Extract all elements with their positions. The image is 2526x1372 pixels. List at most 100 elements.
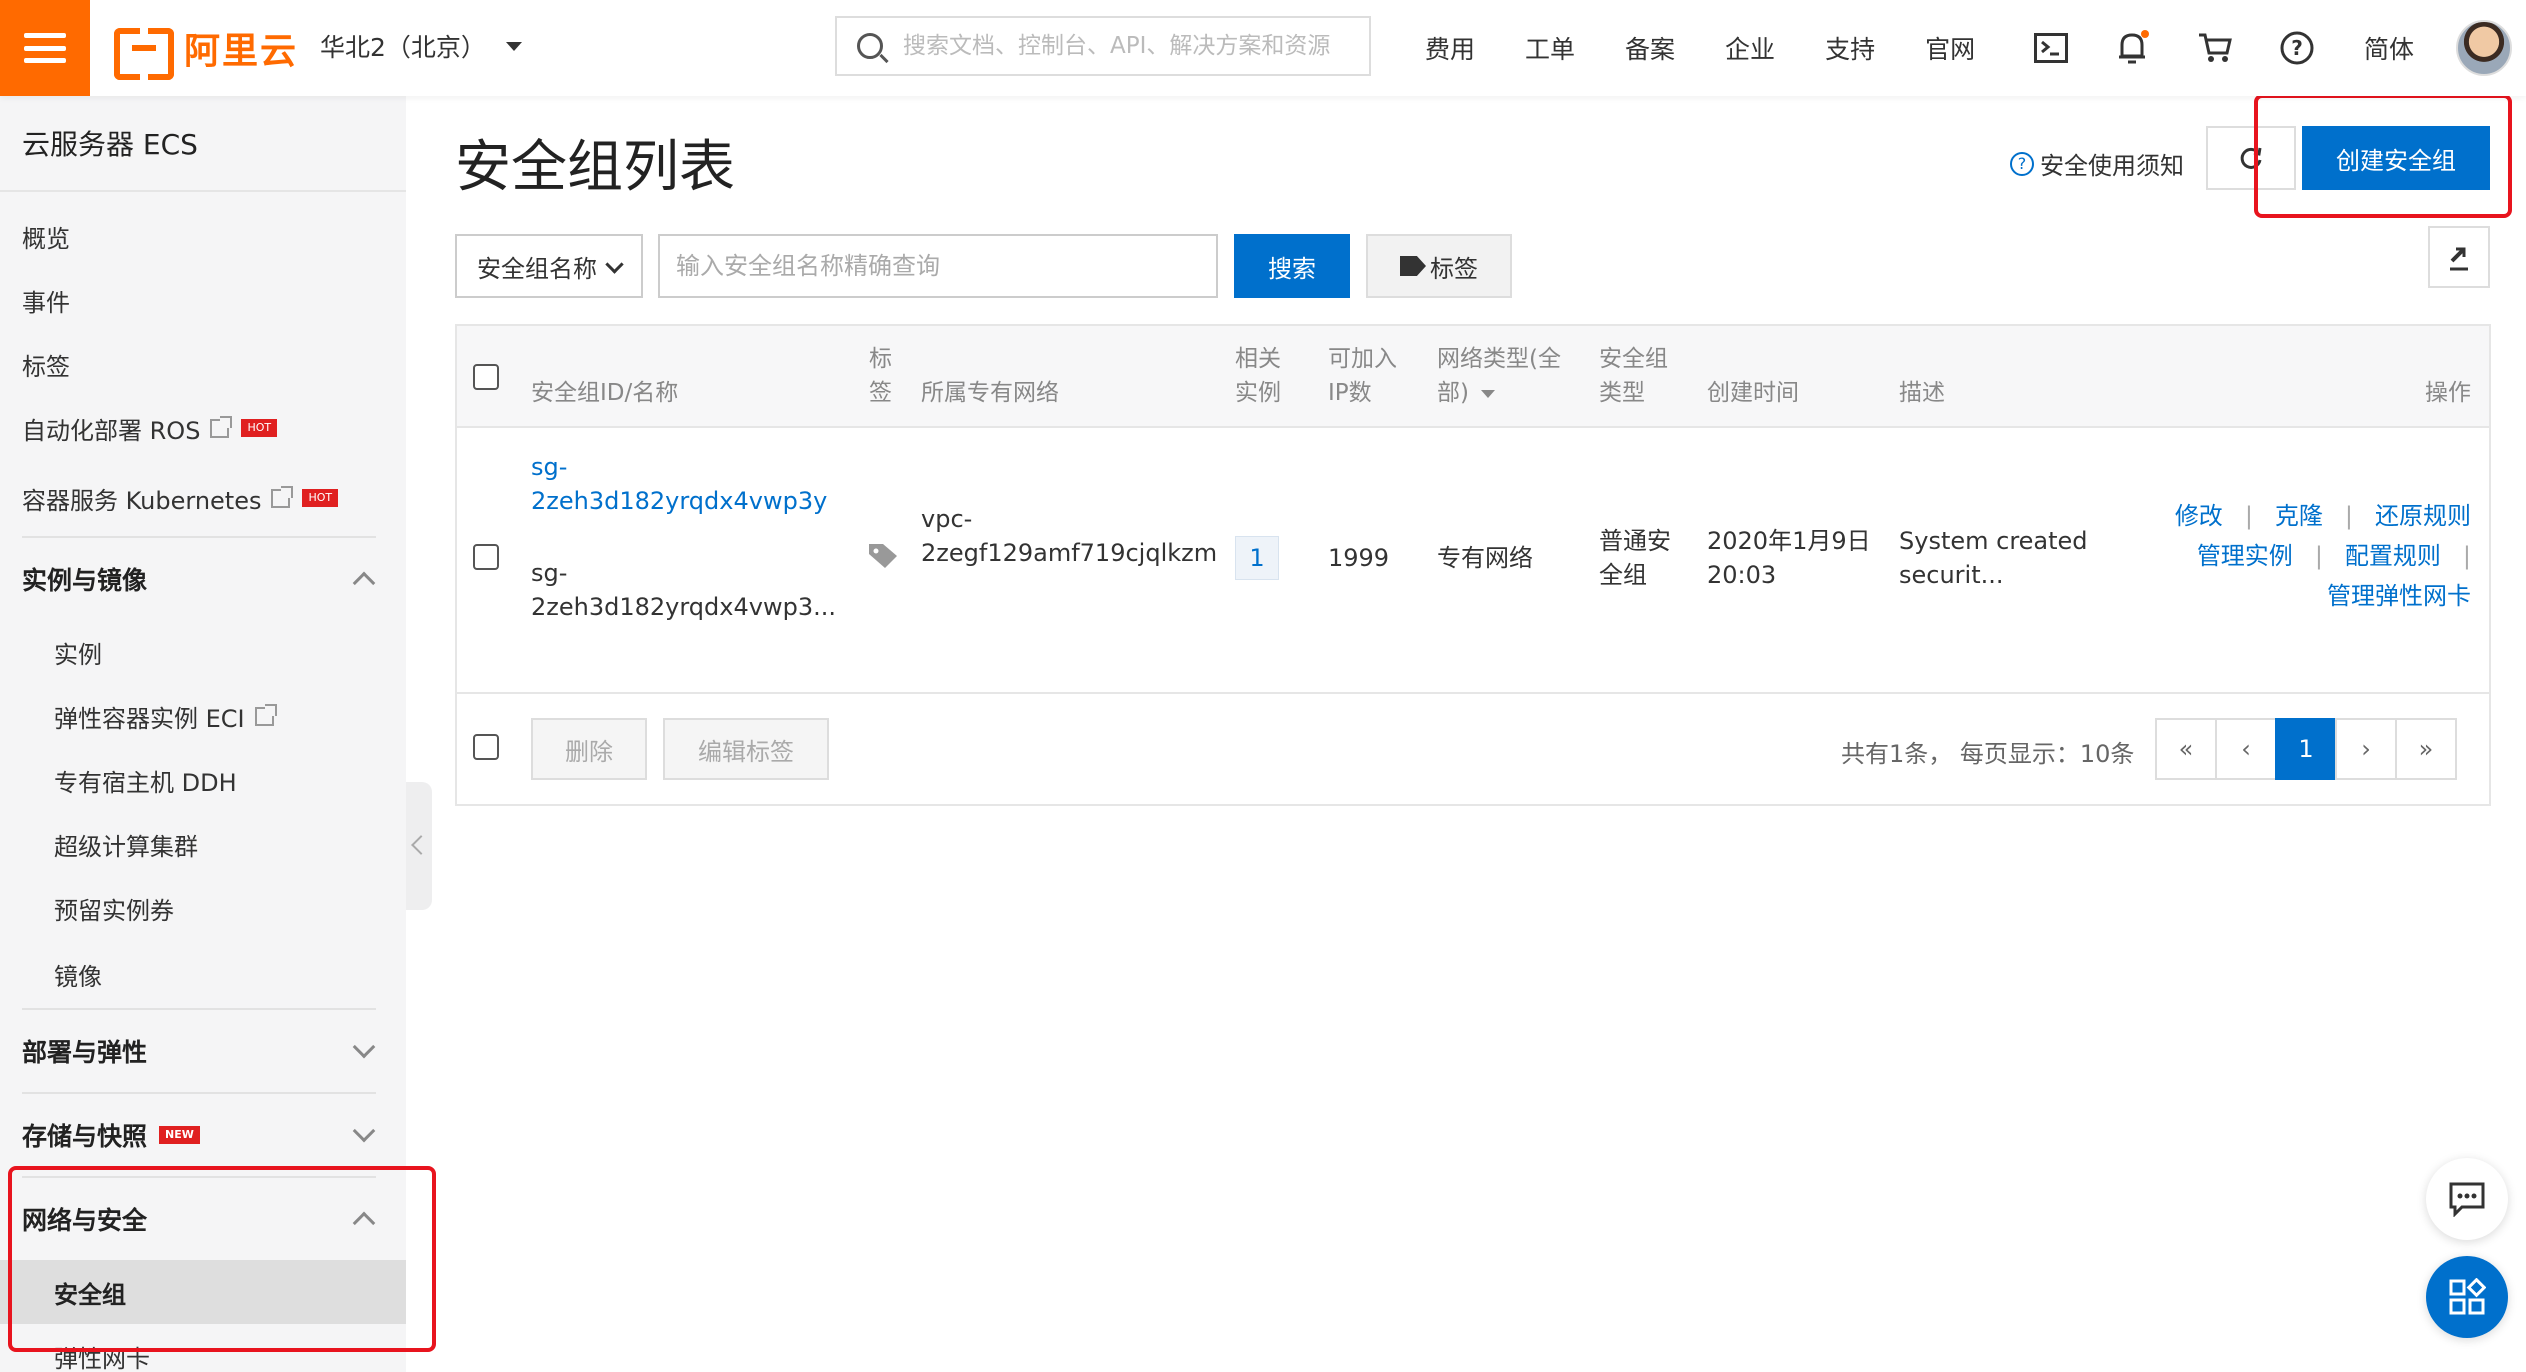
refresh-button[interactable] xyxy=(2206,126,2296,190)
sg-type: 普通安 全组 xyxy=(1599,524,1671,592)
sidebar-item-label: 镜像 xyxy=(54,962,102,991)
top-bar: 阿里云 华北2（北京） 费用 工单 备案 企业 支持 官网 ? 简体 xyxy=(0,0,2526,96)
tag-icon xyxy=(1400,256,1426,276)
sg-type-line2: 全组 xyxy=(1599,561,1647,589)
chat-button[interactable] xyxy=(2426,1158,2508,1240)
prev-page-button[interactable]: ‹ xyxy=(2215,718,2277,780)
sidebar-group-deploy[interactable]: 部署与弹性 xyxy=(0,1010,406,1092)
security-notice-link[interactable]: ? 安全使用须知 xyxy=(2010,146,2184,181)
sidebar-item-tags[interactable]: 标签 xyxy=(0,332,406,396)
nav-tickets[interactable]: 工单 xyxy=(1525,30,1575,66)
related-instances-count[interactable]: 1 xyxy=(1235,536,1279,580)
action-separator: | xyxy=(2344,502,2353,530)
sidebar-group-storage[interactable]: 存储与快照 NEW xyxy=(0,1094,406,1176)
help-icon[interactable]: ? xyxy=(2277,28,2317,68)
sidebar-item-label: 弹性网卡 xyxy=(54,1344,150,1372)
tag-filter-button[interactable]: 标签 xyxy=(1366,234,1512,298)
chevron-down-icon xyxy=(352,1119,376,1143)
sidebar-item-ros[interactable]: 自动化部署 ROS HOT xyxy=(0,396,406,460)
filter-field-select[interactable]: 安全组名称 xyxy=(455,234,643,298)
sidebar-item-eci[interactable]: 弹性容器实例 ECI xyxy=(0,684,406,748)
sidebar-item-eni[interactable]: 弹性网卡 xyxy=(0,1324,406,1372)
aliyun-logo[interactable]: 阿里云 xyxy=(114,26,298,80)
action-restore-rules[interactable]: 还原规则 xyxy=(2375,502,2471,530)
edit-tags-button[interactable]: 编辑标签 xyxy=(663,718,829,780)
sidebar-item-instances[interactable]: 实例 xyxy=(0,620,406,684)
row-actions: 修改 | 克隆 | 还原规则 管理实例 | 配置规则 | 管理弹性网卡 xyxy=(2175,496,2471,616)
delete-button[interactable]: 删除 xyxy=(531,718,647,780)
next-page-button[interactable]: › xyxy=(2335,718,2397,780)
pagination: « ‹ 1 › » xyxy=(2155,718,2457,780)
col-sg-type-line2: 类型 xyxy=(1599,380,1645,406)
sidebar-item-kubernetes[interactable]: 容器服务 Kubernetes HOT xyxy=(0,460,406,536)
apps-button[interactable] xyxy=(2426,1256,2508,1338)
sidebar-group-network[interactable]: 网络与安全 xyxy=(0,1178,406,1260)
vpc-id-line1: vpc- xyxy=(921,505,973,533)
avatar[interactable] xyxy=(2456,20,2512,76)
sidebar-item-label: 标签 xyxy=(22,352,70,381)
first-page-button[interactable]: « xyxy=(2155,718,2217,780)
col-instances-line2: 实例 xyxy=(1235,380,1281,406)
sidebar-item-label: 超级计算集群 xyxy=(54,832,198,861)
sg-id-line1: sg- xyxy=(531,453,568,481)
action-modify[interactable]: 修改 xyxy=(2175,502,2223,530)
table-divider xyxy=(457,692,2489,694)
sidebar-collapse-handle[interactable] xyxy=(406,782,432,910)
col-sg-type-line1: 安全组 xyxy=(1599,346,1668,372)
created-date: 2020年1月9日 xyxy=(1707,527,1871,555)
action-configure-rules[interactable]: 配置规则 xyxy=(2345,542,2441,570)
page-1-button[interactable]: 1 xyxy=(2275,718,2337,780)
last-page-button[interactable]: » xyxy=(2395,718,2457,780)
nav-billing[interactable]: 费用 xyxy=(1425,30,1475,66)
search-button[interactable]: 搜索 xyxy=(1234,234,1350,298)
description-line1: System created xyxy=(1899,527,2088,555)
question-icon: ? xyxy=(2010,151,2034,176)
sidebar-group-instances[interactable]: 实例与镜像 xyxy=(0,538,406,620)
region-selector[interactable]: 华北2（北京） xyxy=(320,26,522,66)
export-button[interactable] xyxy=(2428,226,2490,288)
global-search-input[interactable] xyxy=(903,33,1363,59)
row-actions-line3: 管理弹性网卡 xyxy=(2175,576,2471,616)
sidebar-item-events[interactable]: 事件 xyxy=(0,268,406,332)
sidebar-item-label: 安全组 xyxy=(54,1280,126,1309)
security-group-table: 安全组ID/名称 标 签 所属专有网络 相关 实例 可加入 IP数 网络类型(全… xyxy=(455,324,2491,806)
caret-down-icon xyxy=(505,41,522,51)
bell-icon[interactable] xyxy=(2113,28,2153,68)
footer-select-all-checkbox[interactable] xyxy=(473,734,499,760)
search-icon xyxy=(857,33,883,59)
nav-enterprise[interactable]: 企业 xyxy=(1725,30,1775,66)
row-checkbox[interactable] xyxy=(473,544,499,570)
vpc-id-line2: 2zegf129amf719cjqlkzm xyxy=(921,539,1218,567)
security-group-name-input[interactable] xyxy=(658,234,1218,298)
nav-official-site[interactable]: 官网 xyxy=(1925,30,1975,66)
sidebar-item-ddh[interactable]: 专有宿主机 DDH xyxy=(0,748,406,812)
select-all-checkbox[interactable] xyxy=(473,364,499,390)
sidebar-item-security-groups[interactable]: 安全组 xyxy=(0,1260,406,1324)
refresh-icon xyxy=(2240,147,2262,169)
sidebar-item-images[interactable]: 镜像 xyxy=(0,940,406,1008)
col-net-type-line1[interactable]: 网络类型(全 xyxy=(1437,342,1561,376)
col-net-type-label: 部) xyxy=(1437,380,1469,406)
sidebar: 云服务器 ECS 概览 事件 标签 自动化部署 ROS HOT 容器服务 Kub… xyxy=(0,96,406,1372)
chevron-down-icon xyxy=(352,1035,376,1059)
terminal-icon[interactable] xyxy=(2031,28,2071,68)
create-security-group-button[interactable]: 创建安全组 xyxy=(2302,126,2490,190)
menu-button[interactable] xyxy=(0,0,90,96)
sidebar-item-overview[interactable]: 概览 xyxy=(0,204,406,268)
nav-icp[interactable]: 备案 xyxy=(1625,30,1675,66)
action-manage-eni[interactable]: 管理弹性网卡 xyxy=(2327,582,2471,610)
tag-icon[interactable] xyxy=(867,542,899,574)
security-group-id-link[interactable]: sg- 2zeh3d182yrqdx4vwp3y xyxy=(531,450,827,518)
col-net-type-line2[interactable]: 部) xyxy=(1437,376,1495,410)
sidebar-item-scc[interactable]: 超级计算集群 xyxy=(0,812,406,876)
sidebar-item-reserved[interactable]: 预留实例券 xyxy=(0,876,406,940)
action-clone[interactable]: 克隆 xyxy=(2275,502,2323,530)
nav-support[interactable]: 支持 xyxy=(1825,30,1875,66)
action-manage-instances[interactable]: 管理实例 xyxy=(2197,542,2293,570)
col-instances-line1: 相关 xyxy=(1235,346,1281,372)
language-switch[interactable]: 简体 xyxy=(2364,30,2414,66)
available-ip-count: 1999 xyxy=(1328,544,1390,572)
cart-icon[interactable] xyxy=(2195,28,2235,68)
vpc-id: vpc- 2zegf129amf719cjqlkzm xyxy=(921,502,1217,570)
sidebar-group-label: 网络与安全 xyxy=(22,1206,148,1235)
